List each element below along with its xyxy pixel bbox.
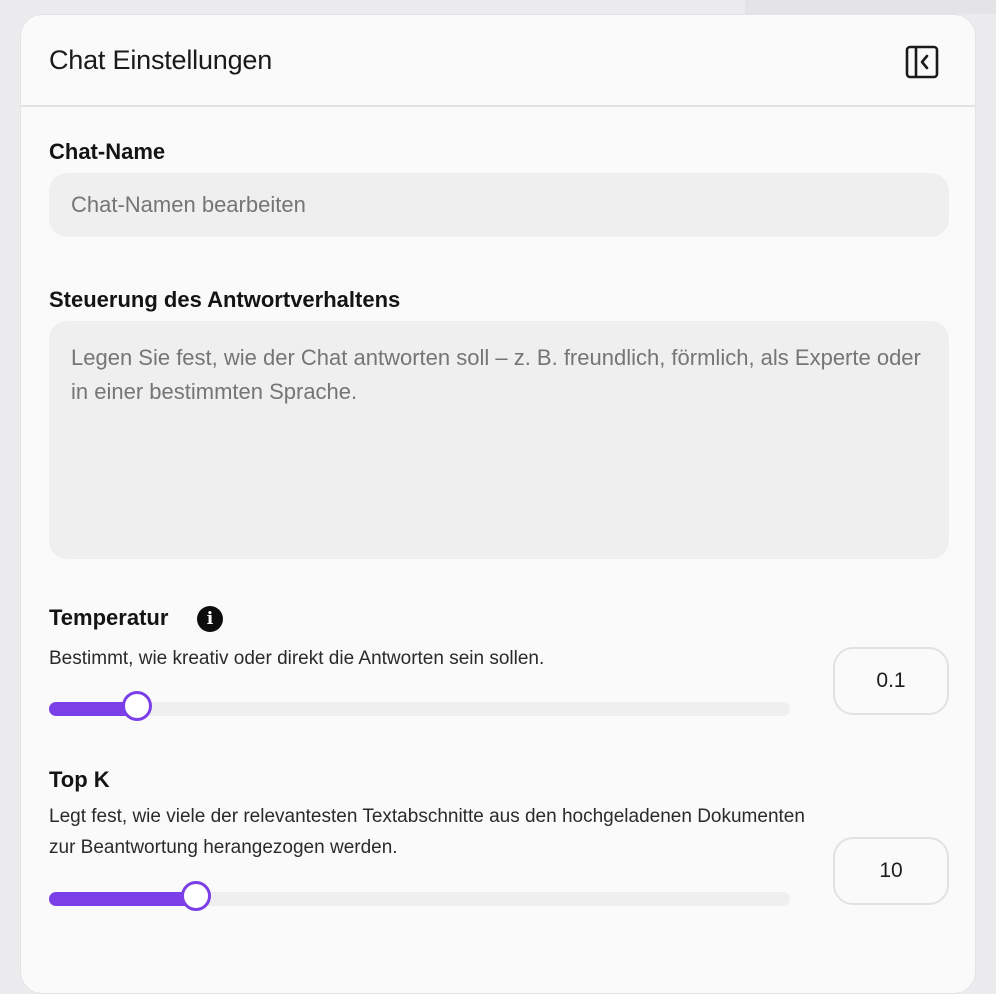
collapse-panel-button[interactable]	[905, 45, 939, 79]
panel-title: Chat Einstellungen	[49, 45, 273, 75]
temperature-slider[interactable]	[49, 691, 790, 721]
temperature-description: Bestimmt, wie kreativ oder direkt die An…	[49, 648, 545, 669]
chat-settings-panel: Chat Einstellungen Chat-Name Steuerung d…	[20, 14, 976, 994]
sidebar-collapse-icon	[905, 45, 939, 79]
chat-name-input[interactable]	[49, 173, 949, 237]
top-k-slider[interactable]	[49, 881, 790, 911]
panel-header: Chat Einstellungen	[21, 15, 975, 107]
temperature-label: Temperatur	[49, 605, 169, 630]
top-k-slider-fill	[49, 892, 196, 906]
chat-name-label: Chat-Name	[49, 139, 166, 164]
response-control-label: Steuerung des Antwortverhaltens	[49, 287, 401, 312]
top-k-value[interactable]: 10	[833, 837, 949, 905]
background-window-edge	[745, 0, 996, 14]
top-k-label: Top K	[49, 767, 110, 792]
response-control-textarea[interactable]	[49, 321, 949, 559]
temperature-slider-thumb[interactable]	[122, 691, 153, 721]
top-k-slider-thumb[interactable]	[180, 881, 211, 911]
top-k-description: Legt fest, wie viele der relevantesten T…	[49, 806, 805, 858]
temperature-value[interactable]: 0.1	[833, 647, 949, 715]
info-icon[interactable]: i	[197, 606, 223, 632]
